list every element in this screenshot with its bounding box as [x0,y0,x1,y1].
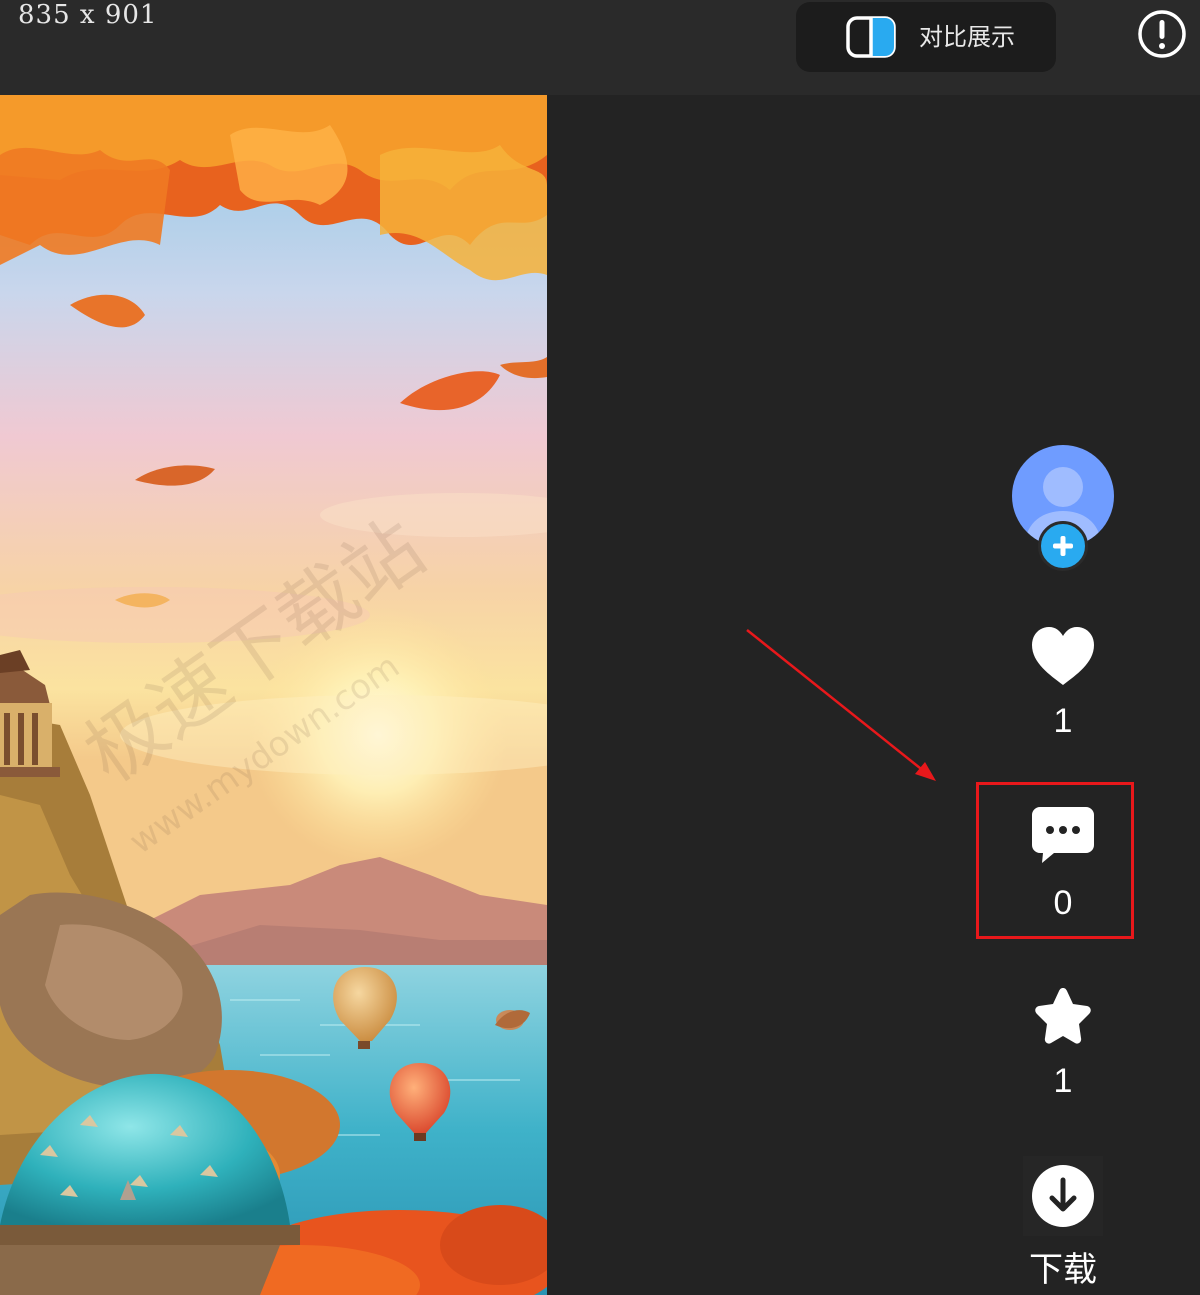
favorite-count: 1 [1053,1062,1073,1100]
exclamation-circle-icon [1138,10,1186,58]
comment-button[interactable]: 0 [1008,805,1118,923]
download-label: 下载 [1029,1250,1097,1290]
like-count: 1 [1053,702,1073,740]
image-dimensions-label: 835 x 901 [18,0,158,30]
app-root: 835 x 901 对比展示 极速下载站 www.mydown.com 1 0 … [0,0,1200,1295]
download-circle-icon [1023,1156,1103,1236]
annotation-arrow [746,629,936,781]
download-button[interactable]: 下载 [1003,1156,1123,1290]
chat-bubble-icon [1032,807,1094,863]
split-view-icon [846,16,896,58]
star-icon [1035,988,1091,1044]
compare-view-label: 对比展示 [919,23,1015,51]
follow-button[interactable] [1038,521,1088,571]
comment-count: 0 [1053,884,1073,922]
compare-view-button[interactable]: 对比展示 [796,2,1056,72]
top-bar: 835 x 901 对比展示 [0,0,1200,95]
info-button[interactable] [1137,9,1187,59]
heart-icon [1032,627,1094,685]
landscape-illustration: 极速下载站 www.mydown.com [0,95,547,1295]
like-button[interactable]: 1 [1008,625,1118,741]
favorite-button[interactable]: 1 [1008,985,1118,1101]
plus-icon [1053,536,1073,556]
generated-image[interactable]: 极速下载站 www.mydown.com [0,95,547,1295]
